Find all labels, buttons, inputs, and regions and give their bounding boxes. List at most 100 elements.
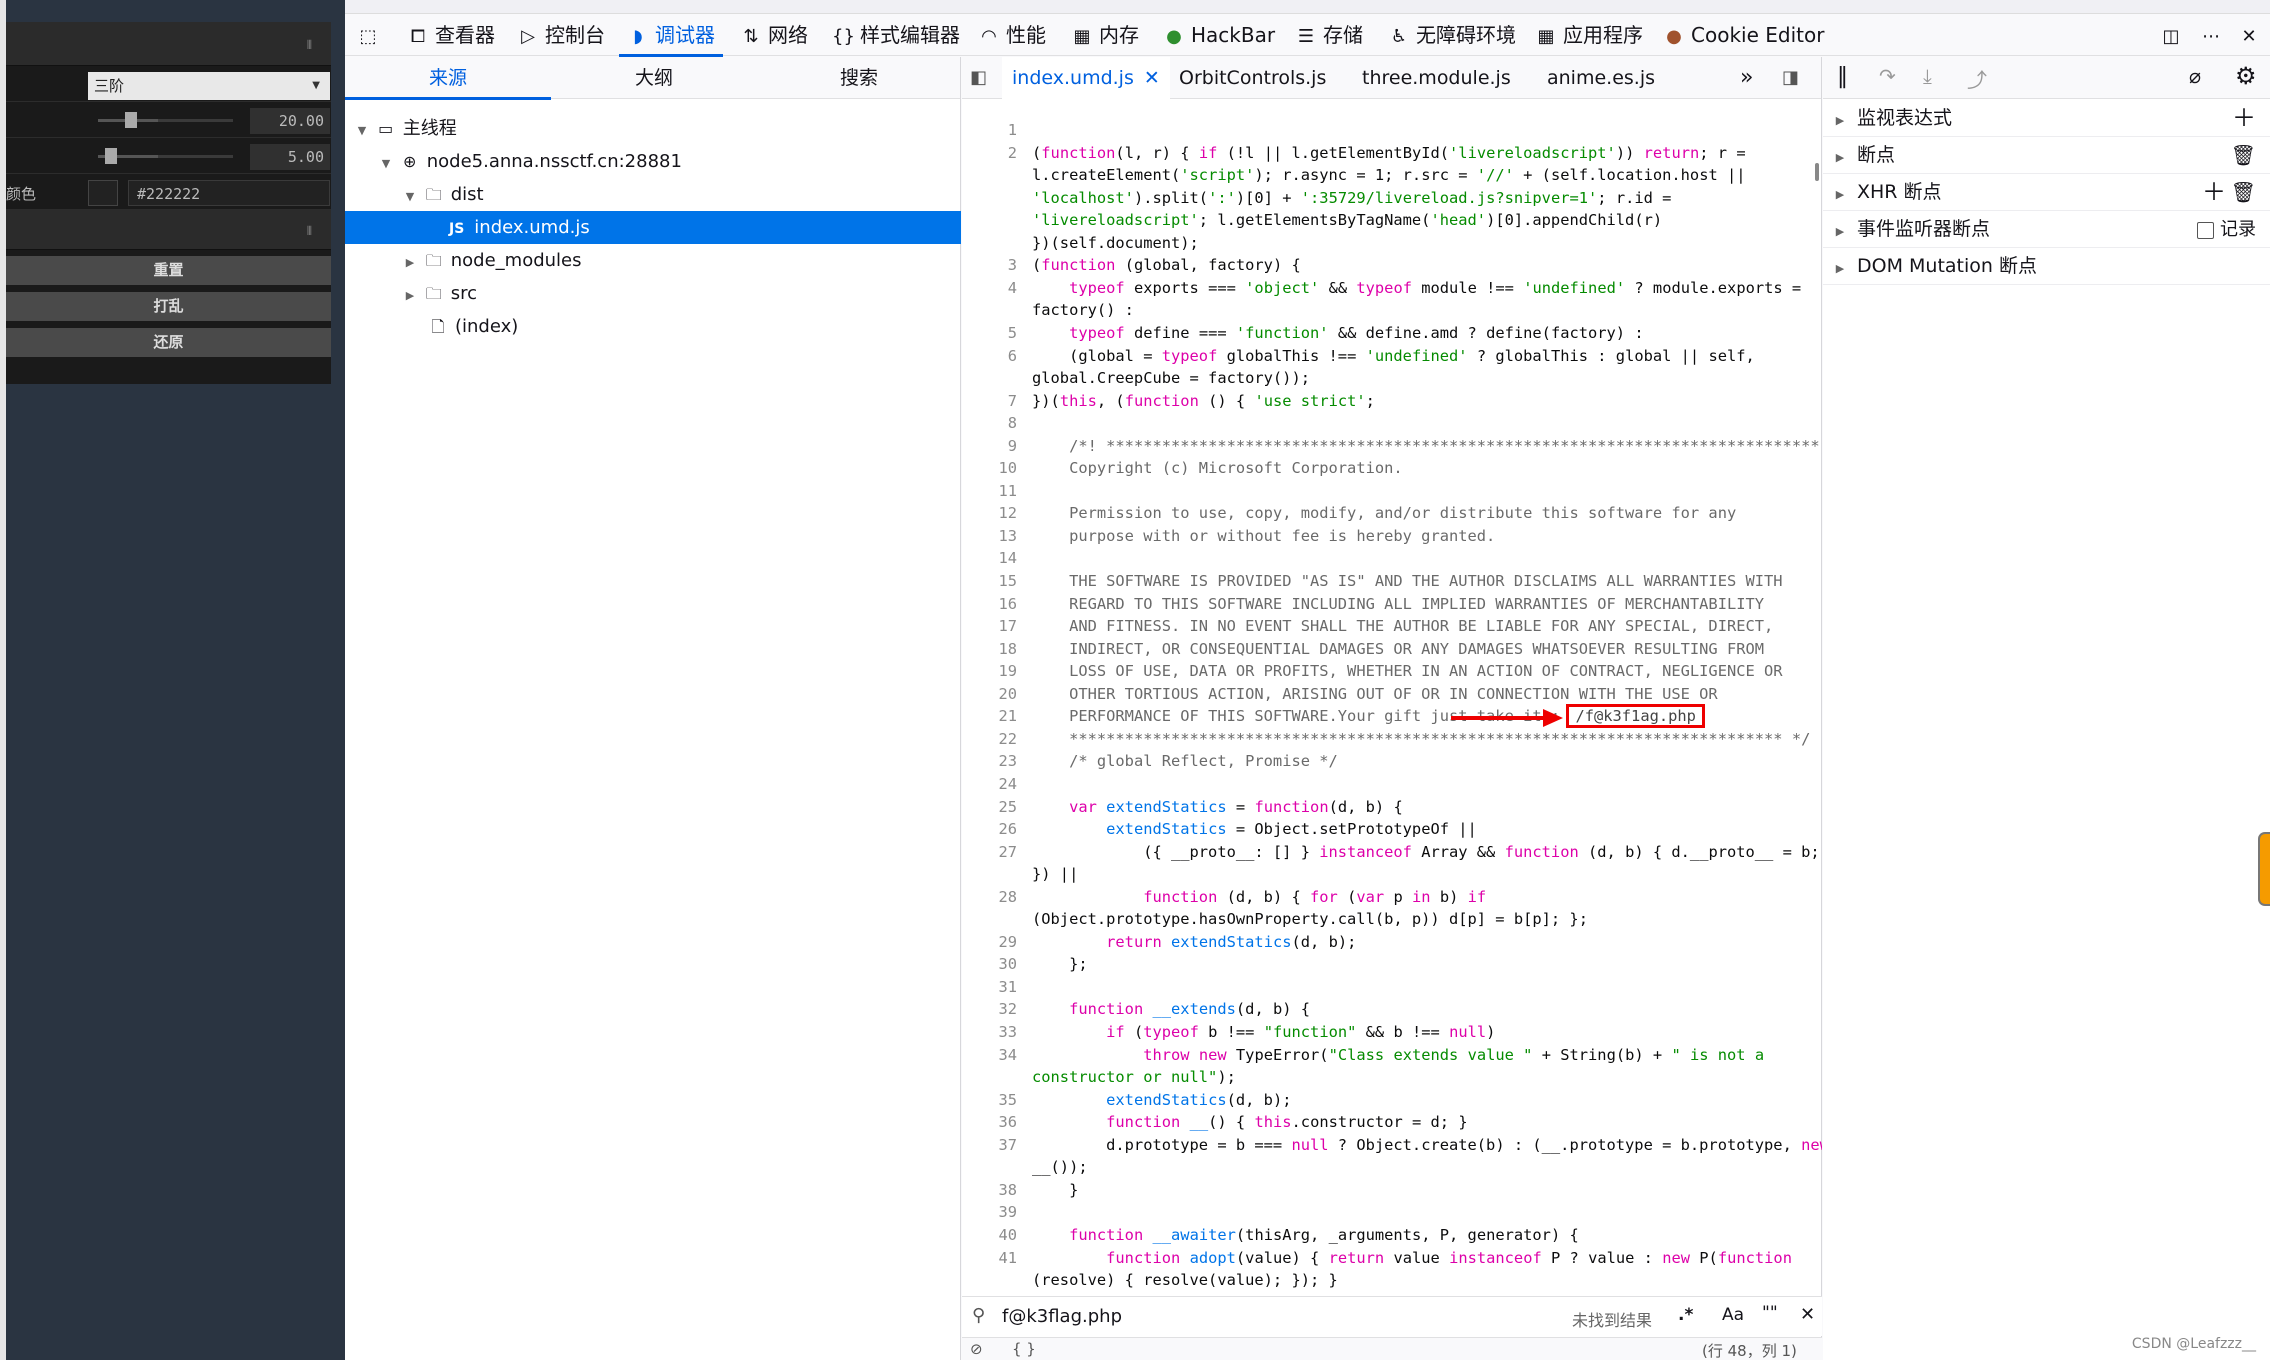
tree-item-host[interactable]: ▼ ⊕ node5.anna.nssctf.cn:28881 [345, 145, 961, 178]
watch-expressions-row[interactable]: ▶ 监视表达式 ＋ [1823, 100, 2270, 137]
line-number[interactable]: 22 [962, 728, 1017, 751]
line-number[interactable]: 31 [962, 976, 1017, 999]
whole-word-toggle[interactable]: "" [1762, 1303, 1778, 1323]
line-number[interactable]: 38 [962, 1179, 1017, 1202]
line-number[interactable]: 29 [962, 931, 1017, 954]
close-devtools-icon[interactable]: ✕ [2238, 14, 2266, 56]
toolbar-console[interactable]: ▷ 控制台 [517, 14, 605, 56]
toolbar-inspector[interactable]: ⧠ 查看器 [407, 14, 495, 56]
step-over-icon[interactable]: ↷ [1879, 64, 1896, 88]
solve-button[interactable]: 还原 [6, 328, 331, 357]
toolbar-memory[interactable]: ▦ 内存 [1071, 14, 1139, 56]
line-number[interactable]: 2 [962, 142, 1017, 165]
line-number[interactable]: 34 [962, 1044, 1017, 1067]
line-number[interactable]: 12 [962, 502, 1017, 525]
line-number[interactable]: 7 [962, 390, 1017, 413]
line-number[interactable]: 19 [962, 660, 1017, 683]
toolbar-network[interactable]: ⇅ 网络 [740, 14, 808, 56]
toolbar-cookie-editor[interactable]: ● Cookie Editor [1663, 14, 1824, 56]
close-icon[interactable]: ✕ [1144, 67, 1160, 89]
add-icon[interactable]: ＋ [2232, 100, 2256, 137]
dock-side-icon[interactable]: ◫ [2160, 14, 2188, 56]
element-picker-icon[interactable]: ⬚ [357, 14, 385, 56]
line-number[interactable]: 16 [962, 593, 1017, 616]
line-number[interactable]: 20 [962, 683, 1017, 706]
editor-tab-anime-es[interactable]: anime.es.js [1547, 57, 1655, 99]
line-number[interactable]: 18 [962, 638, 1017, 661]
xhr-breakpoints-row[interactable]: ▶ XHR 断点 ＋ 🗑 [1823, 174, 2270, 211]
line-number[interactable]: 27 [962, 841, 1017, 864]
step-in-icon[interactable]: ⤓ [1923, 64, 1932, 88]
regex-toggle[interactable]: .* [1678, 1305, 1693, 1325]
line-number[interactable]: 5 [962, 322, 1017, 345]
line-number[interactable]: 40 [962, 1224, 1017, 1247]
pretty-print-button[interactable]: { } [1012, 1340, 1036, 1358]
line-number[interactable]: 35 [962, 1089, 1017, 1112]
slider1-value[interactable]: 20.00 [250, 108, 330, 134]
toggle-right-pane-icon[interactable]: ◨ [1782, 57, 1799, 99]
gui-folder-header-2[interactable]: ⦀ [6, 210, 331, 250]
line-number[interactable]: 15 [962, 570, 1017, 593]
line-number[interactable]: 13 [962, 525, 1017, 548]
step-out-icon[interactable]: ⤴ [1967, 64, 1987, 93]
no-breakpoints-icon[interactable]: ⊘ [970, 1340, 983, 1358]
editor-tab-three-module[interactable]: three.module.js [1362, 57, 1511, 99]
line-number[interactable]: 32 [962, 998, 1017, 1021]
tab-search[interactable]: 搜索 [757, 57, 961, 99]
toolbar-application[interactable]: ▦ 应用程序 [1535, 14, 1643, 56]
line-number[interactable]: 24 [962, 773, 1017, 796]
line-number[interactable]: 28 [962, 886, 1017, 909]
line-number[interactable]: 10 [962, 457, 1017, 480]
checkbox-icon[interactable] [2197, 221, 2214, 239]
line-number[interactable]: 21 [962, 705, 1017, 728]
scramble-button[interactable]: 打乱 [6, 292, 331, 321]
color-input[interactable]: #222222 [128, 180, 330, 206]
toggle-sources-icon[interactable]: ◧ [970, 57, 987, 99]
tree-item-main-thread[interactable]: ▼ ▭ 主线程 [345, 112, 961, 145]
order-select[interactable]: 三阶 ▼ [88, 72, 330, 100]
editor-tab-index-umd-js[interactable]: index.umd.js ✕ [1002, 57, 1170, 99]
line-number[interactable]: 9 [962, 435, 1017, 458]
resize-handle[interactable] [2258, 832, 2270, 906]
toolbar-hackbar[interactable]: ● HackBar [1163, 14, 1275, 56]
toolbar-accessibility[interactable]: ♿ 无障碍环境 [1388, 14, 1516, 56]
trash-icon[interactable]: 🗑 [2231, 137, 2256, 174]
line-number[interactable]: 4 [962, 277, 1017, 300]
record-toggle[interactable]: 记录 [2197, 211, 2256, 248]
toolbar-performance[interactable]: ◠ 性能 [978, 14, 1046, 56]
line-number[interactable]: 1 [962, 119, 1017, 142]
line-number[interactable]: 37 [962, 1134, 1017, 1157]
tree-item-dist[interactable]: ▼ 🗀 dist [345, 178, 961, 211]
tree-item-index-umd-js[interactable]: JS index.umd.js [345, 211, 961, 244]
pause-icon[interactable]: ‖ [1837, 64, 1848, 89]
tree-item-src[interactable]: ▶ 🗀 src [345, 277, 961, 310]
gear-icon[interactable]: ⚙ [2235, 62, 2257, 90]
more-tabs-icon[interactable]: » [1740, 57, 1753, 99]
gui-folder-header[interactable]: ⦀ [6, 22, 331, 66]
line-number[interactable]: 36 [962, 1111, 1017, 1134]
more-options-icon[interactable]: ⋯ [2200, 14, 2228, 56]
dom-mutation-breakpoints-row[interactable]: ▶ DOM Mutation 断点 [1823, 248, 2270, 285]
line-number[interactable]: 14 [962, 547, 1017, 570]
add-icon[interactable]: ＋ [2202, 174, 2226, 211]
reset-button[interactable]: 重置 [6, 256, 331, 285]
line-number[interactable]: 23 [962, 750, 1017, 773]
line-number[interactable]: 8 [962, 412, 1017, 435]
line-number[interactable]: 39 [962, 1201, 1017, 1224]
breakpoints-row[interactable]: ▶ 断点 🗑 [1823, 137, 2270, 174]
tab-outline[interactable]: 大纲 [551, 57, 757, 99]
deactivate-breakpoints-icon[interactable]: ⌀ [2189, 64, 2201, 88]
line-number[interactable]: 30 [962, 953, 1017, 976]
line-number[interactable]: 33 [962, 1021, 1017, 1044]
line-number[interactable]: 26 [962, 818, 1017, 841]
toolbar-style-editor[interactable]: {} 样式编辑器 [832, 14, 960, 56]
search-input[interactable]: f@k3flag.php [1002, 1306, 1122, 1327]
editor-tab-orbitcontrols[interactable]: OrbitControls.js [1179, 57, 1326, 99]
slider2-value[interactable]: 5.00 [250, 144, 330, 170]
slider2-handle[interactable] [104, 148, 117, 164]
color-swatch[interactable] [88, 180, 118, 206]
case-toggle[interactable]: Aa [1722, 1305, 1744, 1325]
line-number[interactable]: 41 [962, 1247, 1017, 1270]
line-number[interactable]: 25 [962, 796, 1017, 819]
line-number[interactable]: 3 [962, 254, 1017, 277]
